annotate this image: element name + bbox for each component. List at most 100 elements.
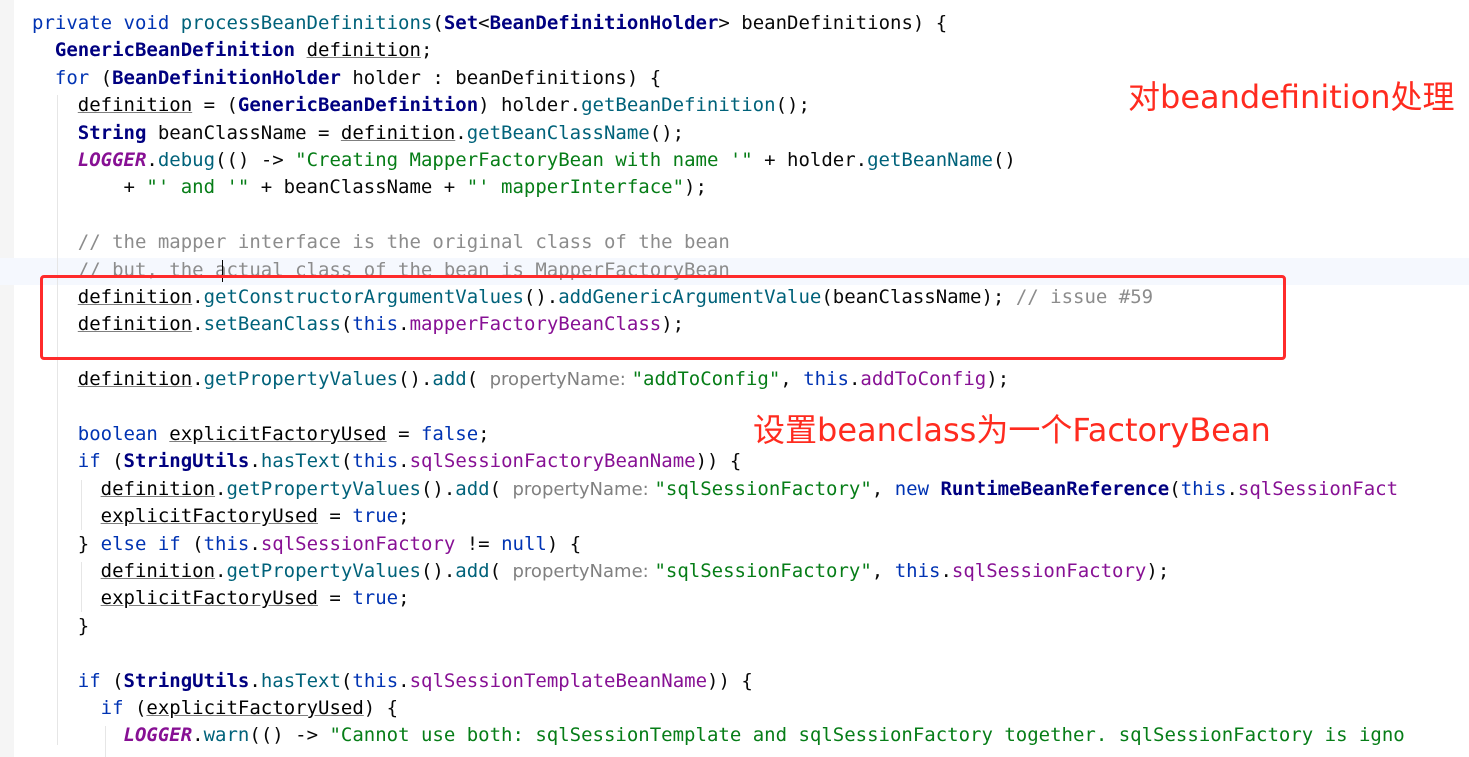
code-token: . <box>940 560 952 582</box>
code-token: getPropertyValues <box>226 477 421 500</box>
code-token: )) { <box>707 669 753 692</box>
code-line[interactable]: explicitFactoryUsed = true; <box>32 585 410 612</box>
code-token: , <box>871 560 895 582</box>
code-line[interactable]: boolean explicitFactoryUsed = false; <box>32 421 490 448</box>
code-line[interactable]: } <box>32 613 89 640</box>
code-token: for <box>54 66 101 89</box>
code-token: StringUtils <box>123 450 250 473</box>
code-token: (() -> <box>215 149 296 171</box>
code-line[interactable]: if (explicitFactoryUsed) { <box>32 695 398 722</box>
code-token: > <box>718 12 742 34</box>
code-token: , <box>780 368 804 391</box>
code-token: beanDefinitions <box>455 66 627 89</box>
code-token: sqlSessionTemplateBeanName <box>409 669 708 692</box>
code-token: = <box>386 423 421 445</box>
annotation-beandefinition: 对beandefinition处理 <box>1128 78 1455 116</box>
code-token: ( <box>466 368 490 391</box>
code-line[interactable]: definition = (GenericBeanDefinition) hol… <box>32 92 810 119</box>
code-token: this <box>352 669 399 692</box>
code-token: definition <box>77 94 193 117</box>
code-token: "sqlSessionFactory" <box>654 477 872 500</box>
code-token: boolean <box>77 423 170 445</box>
code-line[interactable]: + "' and '" + beanClassName + "' mapperI… <box>32 174 707 201</box>
code-token: this <box>203 532 250 555</box>
code-line[interactable]: if (StringUtils.hasText(this.sqlSessionT… <box>32 668 753 695</box>
code-token: definition <box>100 477 216 500</box>
code-token: explicitFactoryUsed <box>100 505 318 528</box>
code-token: "Creating MapperFactoryBean with name '" <box>295 149 753 171</box>
code-line[interactable]: definition.getPropertyValues().add( prop… <box>32 366 1009 393</box>
code-token: BeanDefinitionHolder <box>112 66 341 89</box>
code-token: if <box>77 450 113 473</box>
code-line[interactable]: } else if (this.sqlSessionFactory != nul… <box>32 531 581 558</box>
code-line[interactable]: explicitFactoryUsed = true; <box>32 503 410 530</box>
code-line[interactable]: GenericBeanDefinition definition; <box>32 37 433 64</box>
code-token: getBeanClassName <box>466 121 650 144</box>
code-token: this <box>1180 477 1227 500</box>
highlight-box <box>40 275 1286 360</box>
code-token: . <box>455 121 467 144</box>
code-token: holder : <box>340 66 456 89</box>
code-token: StringUtils <box>123 669 250 692</box>
code-token: sqlSessionFact <box>1237 477 1399 500</box>
code-editor[interactable]: private void processBeanDefinitions(Set<… <box>0 0 1469 757</box>
code-token: ( <box>112 669 124 692</box>
code-token: if <box>100 697 135 719</box>
code-token: "sqlSessionFactory" <box>654 560 872 582</box>
code-line[interactable]: definition.getPropertyValues().add( prop… <box>32 476 1398 503</box>
code-token: add <box>432 368 467 391</box>
code-token: GenericBeanDefinition <box>237 94 479 117</box>
code-token: getPropertyValues <box>226 560 421 582</box>
code-token: processBeanDefinitions <box>180 12 433 34</box>
code-token: . <box>249 532 261 555</box>
code-line[interactable]: for (BeanDefinitionHolder holder : beanD… <box>32 65 661 92</box>
code-token: . <box>215 560 227 582</box>
code-line[interactable]: String beanClassName = definition.getBea… <box>32 120 684 147</box>
code-token: (). <box>420 477 456 500</box>
code-token: = <box>317 587 353 610</box>
code-token: . <box>398 450 410 473</box>
code-token: . <box>192 368 204 391</box>
code-token: . <box>249 450 261 473</box>
code-line[interactable]: private void processBeanDefinitions(Set<… <box>32 10 947 37</box>
editor-gutter[interactable] <box>0 0 14 757</box>
code-token: getBeanDefinition <box>581 94 776 117</box>
code-token: void <box>123 12 181 34</box>
code-line[interactable]: definition.getPropertyValues().add( prop… <box>32 558 1170 585</box>
code-line[interactable]: // the mapper interface is the original … <box>32 229 730 256</box>
code-token: ; <box>398 587 410 610</box>
code-token: )) { <box>695 450 742 473</box>
code-token: this <box>894 560 941 582</box>
code-token: warn <box>203 724 250 747</box>
code-token: ( <box>432 12 444 34</box>
code-token: hasText <box>260 450 341 473</box>
parameter-hint: propertyName: <box>512 561 655 582</box>
code-line[interactable]: if (StringUtils.hasText(this.sqlSessionF… <box>32 448 742 475</box>
code-token: (); <box>649 121 685 144</box>
code-token: . <box>192 724 204 747</box>
code-token: // the mapper interface is the original … <box>77 231 730 254</box>
code-token: else if <box>100 532 193 555</box>
code-token: ( <box>489 477 513 500</box>
code-token: explicitFactoryUsed <box>169 423 387 445</box>
code-token: ; <box>420 39 433 62</box>
code-token: add <box>455 560 490 582</box>
code-token: getPropertyValues <box>203 368 399 391</box>
code-line[interactable]: LOGGER.warn(() -> "Cannot use both: sqlS… <box>32 722 1405 749</box>
code-token: LOGGER <box>77 149 147 171</box>
code-line[interactable]: LOGGER.debug(() -> "Creating MapperFacto… <box>32 147 1016 174</box>
code-token: , <box>871 477 895 500</box>
code-token: } <box>32 614 90 637</box>
